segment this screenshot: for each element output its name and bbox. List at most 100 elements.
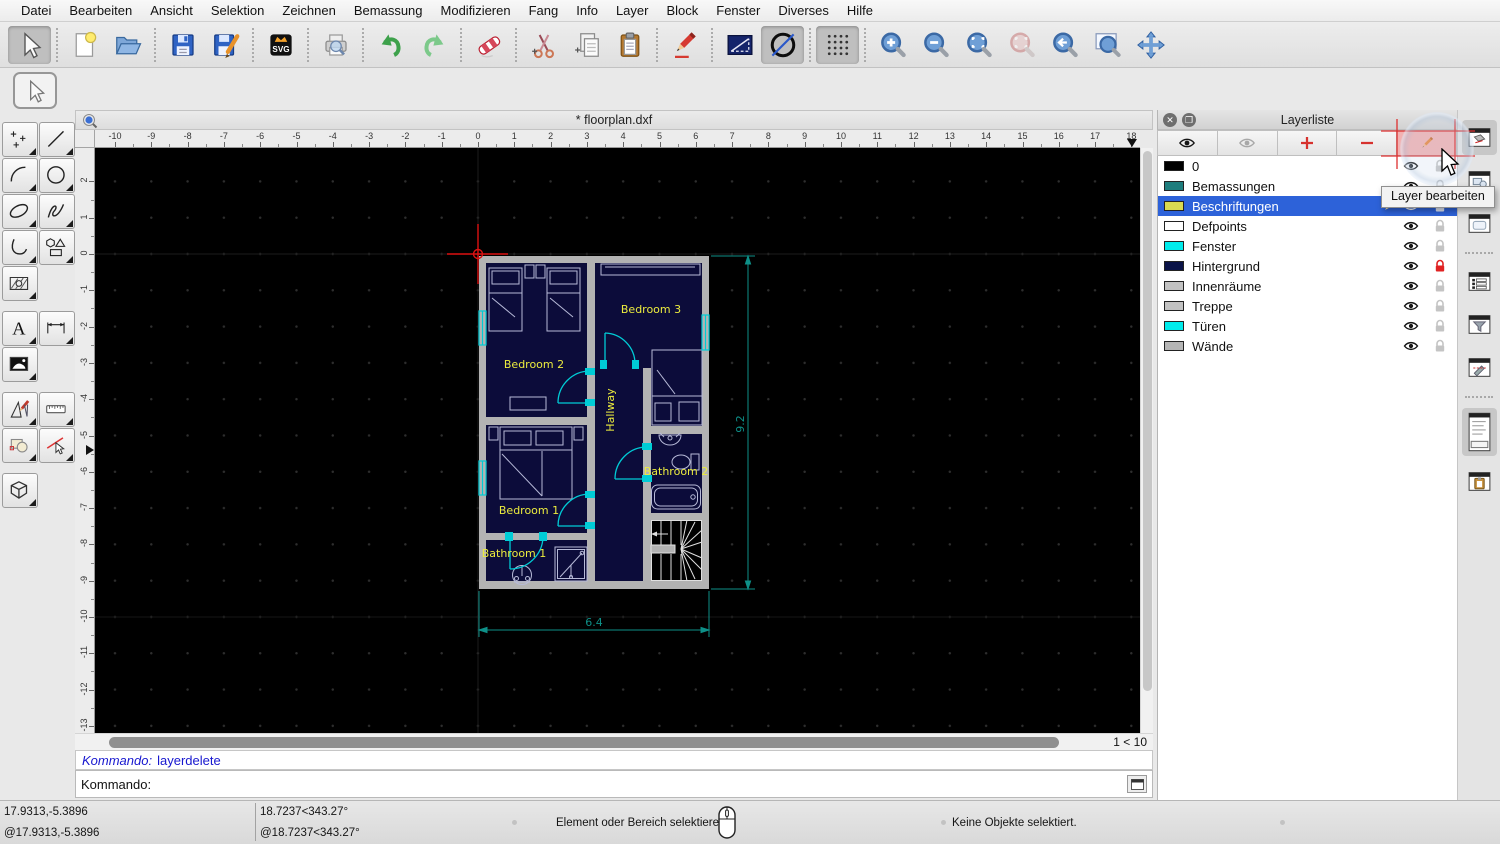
eye-icon[interactable]	[1403, 258, 1419, 274]
command-input[interactable]	[159, 774, 1123, 794]
horizontal-scrollbar-thumb[interactable]	[109, 737, 1059, 748]
layer-row-Türen[interactable]: Türen	[1158, 316, 1457, 336]
menu-layer[interactable]: Layer	[607, 0, 658, 21]
dock-library-toggle-button[interactable]	[1462, 206, 1497, 241]
show-all-eye-button[interactable]	[1157, 130, 1218, 156]
add-layer-button[interactable]	[1276, 130, 1338, 156]
menu-ansicht[interactable]: Ansicht	[141, 0, 202, 21]
tool-arc-button[interactable]	[2, 158, 38, 193]
tool-shapes-button[interactable]	[39, 230, 75, 265]
panel-close-button[interactable]: ✕	[1163, 113, 1177, 127]
toolbar-save-as-button[interactable]	[204, 26, 247, 64]
lock-icon[interactable]	[1432, 238, 1448, 254]
toolbar-grid-toggle-button[interactable]	[816, 25, 859, 64]
hide-all-eye-button[interactable]	[1216, 130, 1278, 156]
layer-row-Wände[interactable]: Wände	[1158, 336, 1457, 356]
toolbar-new-file-button[interactable]	[63, 26, 106, 64]
toolbar-svg-export-button[interactable]: SVG	[259, 26, 302, 64]
toolbar-paste-button[interactable]	[608, 26, 651, 64]
layer-row-Defpoints[interactable]: Defpoints	[1158, 216, 1457, 236]
eye-icon[interactable]	[1403, 218, 1419, 234]
eye-icon[interactable]	[1403, 238, 1419, 254]
tool-line-button[interactable]	[39, 122, 75, 157]
tool-ellipse-button[interactable]	[2, 194, 38, 229]
layer-row-Hintergrund[interactable]: Hintergrund	[1158, 256, 1457, 276]
eye-icon[interactable]	[1403, 338, 1419, 354]
menu-fenster[interactable]: Fenster	[707, 0, 769, 21]
toolbar-arrow-select-button[interactable]	[8, 25, 51, 64]
menu-datei[interactable]: Datei	[12, 0, 60, 21]
toolbar-draw-pen-button[interactable]	[663, 26, 706, 64]
command-options-button[interactable]	[1127, 775, 1147, 793]
tool-image-button[interactable]	[2, 347, 38, 382]
eye-icon[interactable]	[1403, 298, 1419, 314]
lock-icon[interactable]	[1432, 258, 1448, 274]
floorplan-drawing: Bedroom 2 Bedroom 3 Bedroom 1 Bathroom 1…	[95, 148, 1140, 733]
edit-mode-arrow-button[interactable]	[13, 72, 57, 109]
tool-measure-button[interactable]	[39, 392, 75, 427]
toolbar-zoom-previous-button[interactable]	[1043, 26, 1086, 64]
menu-hilfe[interactable]: Hilfe	[838, 0, 882, 21]
toolbar-print-preview-button[interactable]	[314, 26, 357, 64]
lock-icon[interactable]	[1432, 318, 1448, 334]
layer-panel-title: Layerliste	[1280, 112, 1335, 127]
toolbar-zoom-window-button[interactable]	[1086, 26, 1129, 64]
toolbar-zoom-out-button[interactable]	[914, 26, 957, 64]
vertical-scrollbar-thumb[interactable]	[1143, 151, 1152, 691]
layer-name: Türen	[1192, 318, 1226, 334]
menu-selektion[interactable]: Selektion	[202, 0, 273, 21]
toolbar-open-file-button[interactable]	[106, 26, 149, 64]
eye-icon[interactable]	[1403, 278, 1419, 294]
toolbar-zoom-in-button[interactable]	[871, 26, 914, 64]
tool-spline-button[interactable]	[39, 194, 75, 229]
toolbar-zoom-pan-button[interactable]	[1129, 26, 1172, 64]
menu-zeichnen[interactable]: Zeichnen	[273, 0, 344, 21]
vertical-scrollbar[interactable]	[1140, 148, 1153, 733]
lock-icon[interactable]	[1432, 278, 1448, 294]
dock-pen-toggle-button[interactable]	[1462, 350, 1497, 385]
lock-icon[interactable]	[1432, 218, 1448, 234]
tool-select-entity-button[interactable]	[39, 428, 75, 463]
dock-filter-toggle-button[interactable]	[1462, 307, 1497, 342]
menu-info[interactable]: Info	[567, 0, 607, 21]
layer-row-Innenräume[interactable]: Innenräume	[1158, 276, 1457, 296]
tool-points-button[interactable]	[2, 122, 38, 157]
layer-row-Treppe[interactable]: Treppe	[1158, 296, 1457, 316]
toolbar-zoom-auto-button[interactable]	[957, 26, 1000, 64]
eye-icon[interactable]	[1403, 318, 1419, 334]
menu-modifizieren[interactable]: Modifizieren	[432, 0, 520, 21]
command-input-label: Kommando:	[81, 776, 152, 792]
toolbar-cut-button[interactable]	[522, 26, 565, 64]
menu-diverses[interactable]: Diverses	[769, 0, 838, 21]
menu-bearbeiten[interactable]: Bearbeiten	[60, 0, 141, 21]
toolbar-copy-button[interactable]	[565, 26, 608, 64]
toolbar-delete-eraser-button[interactable]	[467, 26, 510, 64]
document-title-bar[interactable]: * floorplan.dxf	[75, 110, 1153, 130]
command-input-row: Kommando:	[75, 770, 1153, 798]
menu-bemassung[interactable]: Bemassung	[345, 0, 432, 21]
lock-icon[interactable]	[1432, 298, 1448, 314]
drawing-canvas[interactable]: Bedroom 2 Bedroom 3 Bedroom 1 Bathroom 1…	[95, 148, 1140, 733]
tool-dimension-button[interactable]	[39, 311, 75, 346]
tool-blocks-button[interactable]	[2, 428, 38, 463]
toolbar-undo-button[interactable]	[369, 26, 412, 64]
tool-modify-button[interactable]	[2, 392, 38, 427]
dock-clipboard-toggle-button[interactable]	[1462, 464, 1497, 499]
tool-hatch-button[interactable]	[2, 266, 38, 301]
panel-float-button[interactable]: ❐	[1182, 113, 1196, 127]
tool-circle-button[interactable]	[39, 158, 75, 193]
toolbar-line-tool-button[interactable]	[718, 26, 761, 64]
tool-polyline-button[interactable]	[2, 230, 38, 265]
toolbar-save-button[interactable]	[161, 26, 204, 64]
tool-text-button[interactable]: A	[2, 311, 38, 346]
menu-block[interactable]: Block	[657, 0, 707, 21]
lock-icon[interactable]	[1432, 338, 1448, 354]
tool-solid-3d-button[interactable]	[2, 473, 38, 508]
dock-list-toggle-button[interactable]	[1462, 264, 1497, 299]
layer-row-Fenster[interactable]: Fenster	[1158, 236, 1457, 256]
toolbar-redo-button[interactable]	[412, 26, 455, 64]
dock-command-toggle-button[interactable]	[1461, 408, 1497, 456]
toolbar-circle-tool-button[interactable]	[761, 25, 804, 64]
menu-fang[interactable]: Fang	[520, 0, 568, 21]
horizontal-scrollbar[interactable]: 1 < 10	[75, 733, 1153, 750]
